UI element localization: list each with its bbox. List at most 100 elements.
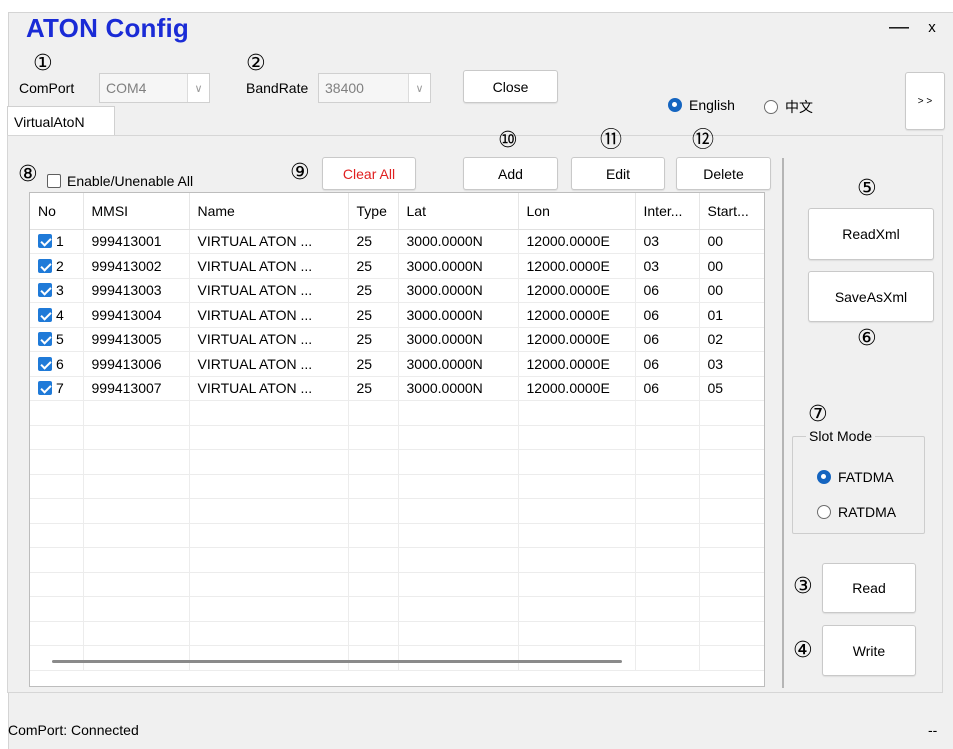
table-row[interactable]: 7 999413007 VIRTUAL ATON ... 25 3000.0000N 12… [30, 376, 764, 401]
cell-no[interactable]: 1 [30, 229, 84, 254]
write-button[interactable]: Write [822, 625, 916, 676]
cell-no[interactable]: 4 [30, 302, 84, 328]
chevron-down-icon[interactable]: ∨ [187, 74, 209, 102]
empty-cell [30, 523, 84, 548]
empty-cell [83, 645, 190, 671]
empty-cell [635, 621, 700, 646]
edit-button[interactable]: Edit [571, 157, 665, 190]
window-close-button[interactable]: x [925, 19, 939, 36]
minimize-button[interactable]: — [889, 16, 909, 39]
row-checkbox-icon[interactable] [38, 307, 52, 322]
empty-cell [30, 645, 84, 671]
table-row[interactable]: 4 999413004 VIRTUAL ATON ... 25 3000.0000N 12… [30, 302, 764, 328]
cell-mmsi: 999413002 [83, 253, 190, 279]
row-number: 4 [56, 306, 64, 323]
empty-cell [189, 547, 349, 573]
empty-cell [699, 523, 764, 548]
empty-table-row [30, 425, 764, 450]
cell-no[interactable]: 5 [30, 327, 84, 352]
empty-cell [83, 449, 190, 475]
cell-no[interactable]: 3 [30, 278, 84, 303]
empty-cell [189, 449, 349, 475]
language-chinese-radio[interactable]: 中文 [764, 97, 813, 117]
cell-lat: 3000.0000N [398, 351, 519, 377]
table-row[interactable]: 2 999413002 VIRTUAL ATON ... 25 3000.0000N 12… [30, 253, 764, 279]
aton-table[interactable]: No MMSI Name Type Lat Lon Inter... Start… [29, 192, 765, 687]
chevron-down-icon[interactable]: ∨ [408, 74, 430, 102]
save-as-xml-button[interactable]: SaveAsXml [808, 271, 934, 322]
empty-cell [83, 547, 190, 573]
row-checkbox-icon[interactable] [38, 234, 52, 249]
annotation-marker-1: ① [33, 51, 53, 76]
empty-cell [189, 523, 349, 548]
row-checkbox-icon[interactable] [38, 258, 52, 273]
row-checkbox-icon[interactable] [38, 332, 52, 347]
cell-no[interactable]: 2 [30, 253, 84, 279]
clear-all-button[interactable]: Clear All [322, 157, 416, 190]
row-checkbox-icon[interactable] [38, 356, 52, 371]
empty-cell [699, 498, 764, 524]
row-checkbox-icon[interactable] [38, 381, 52, 396]
slot-mode-fatdma-radio[interactable]: FATDMA [817, 469, 894, 485]
table-row[interactable]: 5 999413005 VIRTUAL ATON ... 25 3000.0000N 12… [30, 327, 764, 352]
empty-cell [699, 621, 764, 646]
column-header-lat[interactable]: Lat [398, 193, 519, 230]
column-header-type[interactable]: Type [348, 193, 399, 230]
annotation-marker-10: ⑩ [498, 128, 518, 153]
empty-cell [189, 498, 349, 524]
expand-panel-button[interactable]: > > [905, 72, 945, 130]
close-port-button[interactable]: Close [463, 70, 558, 103]
cell-type: 25 [348, 351, 399, 377]
tab-virtualaton[interactable]: VirtualAtoN [7, 106, 115, 136]
empty-cell [518, 547, 636, 573]
radio-selected-icon [668, 98, 682, 112]
cell-name: VIRTUAL ATON ... [189, 302, 349, 328]
empty-cell [635, 645, 700, 671]
radio-unselected-icon [817, 505, 831, 519]
empty-cell [518, 645, 636, 671]
column-header-lon[interactable]: Lon [518, 193, 636, 230]
empty-cell [348, 425, 399, 450]
horizontal-scrollbar[interactable] [52, 660, 622, 663]
cell-inter: 06 [635, 278, 700, 303]
empty-cell [699, 547, 764, 573]
bandrate-select[interactable]: 38400 ∨ [318, 73, 431, 103]
empty-cell [398, 474, 519, 499]
radio-unselected-icon [764, 100, 778, 114]
read-xml-button[interactable]: ReadXml [808, 208, 934, 260]
comport-label: ComPort [19, 80, 75, 96]
language-english-radio[interactable]: English [668, 97, 735, 113]
table-header-row: No MMSI Name Type Lat Lon Inter... Start… [30, 193, 764, 230]
cell-lat: 3000.0000N [398, 376, 519, 401]
column-header-no[interactable]: No [30, 193, 84, 230]
empty-cell [30, 596, 84, 622]
empty-cell [83, 474, 190, 499]
column-header-start[interactable]: Start... [699, 193, 764, 230]
row-number: 1 [56, 233, 64, 250]
panel-divider [782, 158, 784, 688]
language-chinese-label: 中文 [785, 99, 813, 115]
enable-all-checkbox[interactable]: Enable/Unenable All [47, 173, 193, 189]
slot-mode-ratdma-radio[interactable]: RATDMA [817, 504, 896, 520]
empty-cell [635, 572, 700, 597]
cell-no[interactable]: 7 [30, 376, 84, 401]
empty-cell [348, 547, 399, 573]
empty-table-row [30, 523, 764, 548]
cell-start: 05 [699, 376, 764, 401]
table-row[interactable]: 6 999413006 VIRTUAL ATON ... 25 3000.0000N 12… [30, 351, 764, 377]
comport-select[interactable]: COM4 ∨ [99, 73, 210, 103]
row-number: 2 [56, 257, 64, 274]
column-header-mmsi[interactable]: MMSI [83, 193, 190, 230]
cell-no[interactable]: 6 [30, 351, 84, 377]
cell-type: 25 [348, 253, 399, 279]
table-row[interactable]: 3 999413003 VIRTUAL ATON ... 25 3000.0000N 12… [30, 278, 764, 303]
row-checkbox-icon[interactable] [38, 283, 52, 298]
delete-button[interactable]: Delete [676, 157, 771, 190]
column-header-interval[interactable]: Inter... [635, 193, 700, 230]
empty-cell [518, 523, 636, 548]
add-button[interactable]: Add [463, 157, 558, 190]
read-button[interactable]: Read [822, 563, 916, 613]
column-header-name[interactable]: Name [189, 193, 349, 230]
table-row[interactable]: 1 999413001 VIRTUAL ATON ... 25 3000.0000N 12… [30, 229, 764, 254]
empty-cell [398, 547, 519, 573]
